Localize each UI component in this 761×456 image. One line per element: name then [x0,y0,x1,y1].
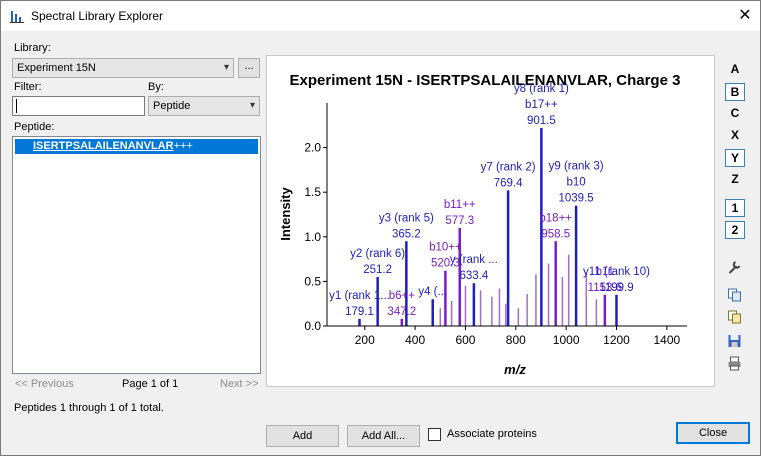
x-tick-label: 400 [405,333,425,347]
ion-toggle-a[interactable]: A [725,61,745,79]
chevron-down-icon: ▾ [223,62,229,73]
library-browse-button[interactable]: ... [238,58,260,78]
y-tick-label: 0.5 [304,274,321,288]
next-link[interactable]: Next >> [220,378,259,390]
ion-toggle-y[interactable]: Y [725,149,745,167]
x-tick-label: 1200 [603,333,630,347]
peak-label: 577.3 [445,215,474,227]
by-label: By: [148,81,164,93]
peak-label: 251.2 [363,264,392,276]
y-tick-label: 1.0 [304,230,321,244]
window-title: Spectral Library Explorer [31,9,164,23]
copy-metafile-icon[interactable] [726,309,743,325]
x-tick-label: 800 [506,333,526,347]
spectral-library-explorer-window: Spectral Library Explorer ✕ Library: Exp… [0,0,761,456]
peptide-label: Peptide: [14,121,55,133]
title-bar: Spectral Library Explorer ✕ [1,1,760,31]
library-select[interactable]: Experiment 15N ▾ [12,58,234,78]
list-item[interactable]: ISERTPSALAILENANVLAR+++ [15,139,258,154]
ion-toggle-c[interactable]: C [725,105,745,123]
y-tick-label: 0.0 [304,319,321,333]
page-indicator: Page 1 of 1 [122,378,179,390]
x-tick-label: 1400 [654,333,681,347]
peak-label: 633.4 [459,270,488,282]
filter-by-value: Peptide [153,100,191,112]
x-tick-label: 1000 [553,333,580,347]
x-axis-label: m/z [504,362,526,377]
chart-title: Experiment 15N - ISERTPSALAILENANVLAR, C… [290,72,681,89]
peak-label: y9 (rank 3) [549,161,604,173]
save-icon[interactable] [726,333,743,349]
y-axis-label: Intensity [278,187,293,241]
filter-input[interactable] [12,96,145,116]
peak-label: y7 (rank 2) [481,161,536,173]
associate-proteins-label: Associate proteins [447,428,537,440]
peak-label: y2 (rank 6) [350,248,405,260]
peak-label: y4 (... [418,286,447,298]
ion-toggle-z[interactable]: Z [725,171,745,189]
peptide-charge: +++ [173,140,193,152]
close-window-icon[interactable]: ✕ [730,1,760,31]
peak-label: 179.1 [345,306,374,318]
y-tick-label: 1.5 [304,185,321,199]
library-select-value: Experiment 15N [17,62,96,74]
peak-label: 1039.5 [559,193,594,205]
peak-label: 347.2 [387,306,416,318]
peak-label: b10++ [429,242,462,254]
spectrum-chart: Experiment 15N - ISERTPSALAILENANVLAR, C… [278,72,687,377]
ion-toggle-2[interactable]: 2 [725,221,745,239]
add-all-button[interactable]: Add All... [347,425,420,447]
chevron-down-icon: ▾ [249,100,255,111]
peak-label: 769.4 [494,177,523,189]
ion-toggle-x[interactable]: X [725,127,745,145]
text-cursor [16,99,17,113]
copy-icon[interactable] [726,287,743,303]
peak-label: 365.2 [392,228,421,240]
peak-label: 1199.9 [599,282,633,294]
peak-label: y3 (rank 5) [379,212,434,224]
peak-label: 901.5 [527,115,556,127]
wrench-icon[interactable] [726,259,743,275]
peptide-sequence: ISERTPSALAILENANVLAR [33,140,174,152]
status-text: Peptides 1 through 1 of 1 total. [14,402,164,414]
peptide-list[interactable]: ISERTPSALAILENANVLAR+++ [12,136,261,374]
add-button[interactable]: Add [266,425,339,447]
peak-label: y8 (rank 1) [514,83,569,95]
previous-link[interactable]: << Previous [15,378,74,390]
peak-label: b10 [567,177,586,189]
ion-toggle-1[interactable]: 1 [725,199,745,217]
ion-toggle-b[interactable]: B [725,83,745,101]
peak-label: y (rank ... [450,254,498,266]
peak-label: 958.5 [541,228,570,240]
peak-label: b11++ [444,199,476,211]
filter-label: Filter: [14,81,42,93]
print-icon[interactable] [726,355,743,371]
associate-proteins-checkbox[interactable] [428,428,441,441]
app-icon [10,11,24,23]
library-label: Library: [14,42,51,54]
peak-label: b17++ [525,99,558,111]
filter-by-select[interactable]: Peptide ▾ [148,96,260,116]
y-tick-label: 2.0 [304,141,321,155]
peak-label: b18++ [539,212,572,224]
close-button[interactable]: Close [676,422,750,444]
x-tick-label: 200 [355,333,375,347]
peak-label: y1 (rank 1... [329,290,390,302]
spectrum-graph-panel[interactable]: Experiment 15N - ISERTPSALAILENANVLAR, C… [266,55,715,387]
x-tick-label: 600 [455,333,475,347]
peak-label: y11 (rank 10) [583,266,650,278]
peak-label: b6++ [389,290,416,302]
